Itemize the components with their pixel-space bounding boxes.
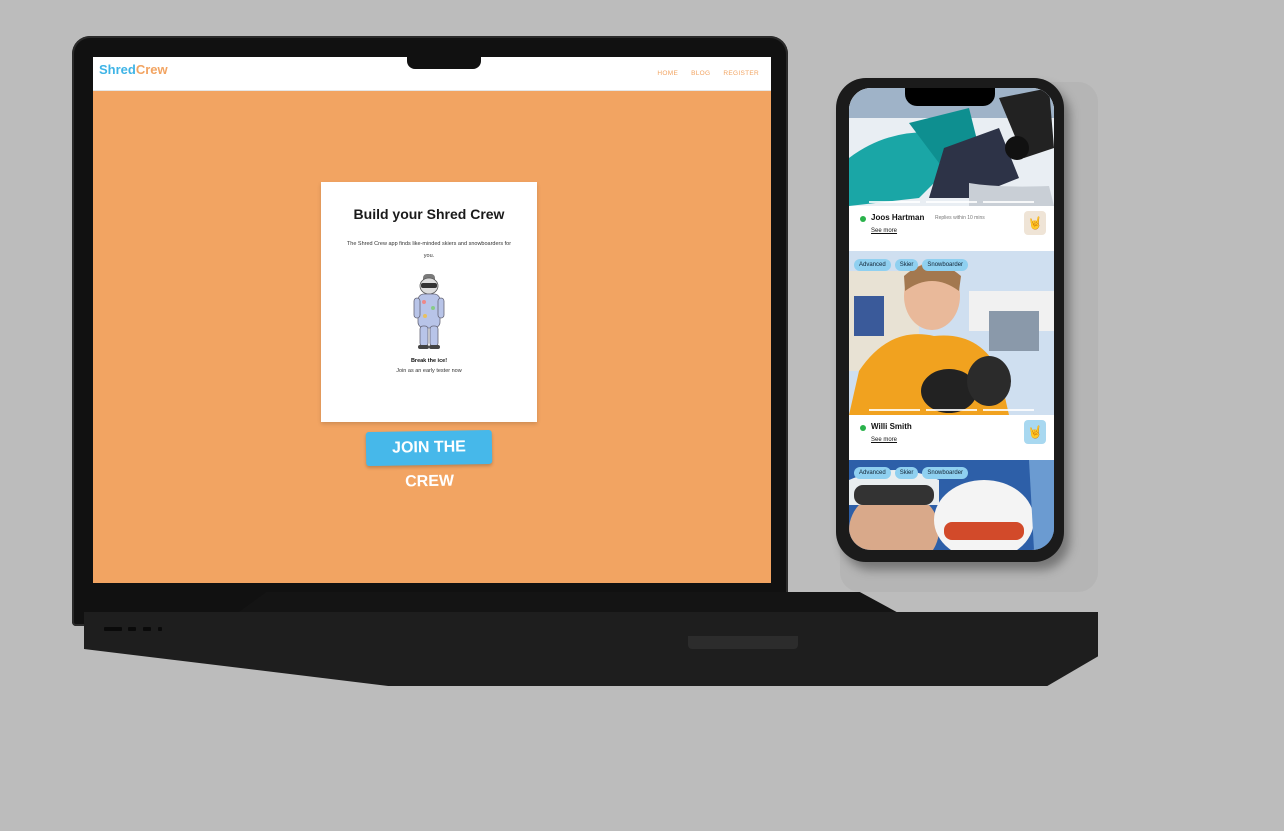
skier-selfie-photo	[849, 251, 1054, 415]
profile-name: Willi Smith	[871, 422, 912, 431]
online-status-dot	[860, 425, 866, 431]
laptop-trackpad-notch	[688, 636, 798, 649]
raccoon-mascot-illustration	[413, 274, 445, 349]
break-the-ice-heading: Break the ice!	[410, 358, 448, 364]
see-more-link[interactable]: See more	[871, 437, 897, 443]
port-icon	[128, 627, 136, 631]
rock-hand-icon[interactable]: 🤘	[1024, 420, 1046, 444]
phone-screen: Joos Hartman Replies within 10 mins See …	[849, 88, 1054, 550]
tag-skier: Skier	[894, 467, 919, 479]
site-logo[interactable]: ShredCrew	[99, 62, 168, 77]
tag-advanced: Advanced	[854, 467, 891, 479]
logo-crew: Crew	[135, 62, 168, 77]
laptop-screen: ShredCrew HOME BLOG REGISTER Build your …	[93, 57, 771, 583]
story-progress	[869, 201, 1034, 203]
page-title: Build your Shred Crew	[353, 206, 505, 222]
profile-photo[interactable]: Advanced Skier Snowboarder	[849, 251, 1054, 415]
tag-snowboarder: Snowboarder	[922, 467, 969, 479]
see-more-link[interactable]: See more	[871, 228, 897, 234]
story-progress	[869, 409, 1034, 411]
nav-home-link[interactable]: HOME	[657, 70, 678, 77]
tag-skier: Skier	[894, 259, 919, 271]
skill-tags: Advanced Skier Snowboarder	[854, 467, 969, 479]
nav-register-link[interactable]: REGISTER	[723, 70, 759, 77]
join-the-crew-button[interactable]: JOIN THE CREW	[365, 429, 493, 490]
reply-time: Replies within 10 mins	[935, 215, 985, 221]
port-icon	[143, 627, 151, 631]
intro-card: Build your Shred Crew The Shred Crew app…	[321, 182, 537, 422]
nav-blog-link[interactable]: BLOG	[691, 70, 710, 77]
profile-name: Joos Hartman	[871, 213, 925, 222]
laptop-camera-notch	[407, 57, 481, 69]
logo-shred: Shred	[99, 62, 136, 77]
laptop-base	[84, 612, 1098, 686]
profile-photo[interactable]: Advanced Skier Snowboarder	[849, 460, 1054, 550]
profile-row[interactable]: Joos Hartman Replies within 10 mins See …	[849, 207, 1054, 251]
skill-tags: Advanced Skier Snowboarder	[854, 259, 969, 271]
profile-row[interactable]: Willi Smith See more 🤘	[849, 416, 1054, 460]
rock-hand-icon[interactable]: 🤘	[1024, 211, 1046, 235]
tag-advanced: Advanced	[854, 259, 891, 271]
nav-links: HOME BLOG REGISTER	[657, 70, 759, 77]
early-tester-text: Join as an early tester now	[396, 368, 462, 374]
tag-snowboarder: Snowboarder	[922, 259, 969, 271]
port-icon	[104, 627, 122, 631]
online-status-dot	[860, 216, 866, 222]
intro-description: The Shred Crew app finds like-minded ski…	[346, 241, 512, 259]
port-icon	[158, 627, 162, 631]
phone-dynamic-island	[905, 88, 995, 106]
